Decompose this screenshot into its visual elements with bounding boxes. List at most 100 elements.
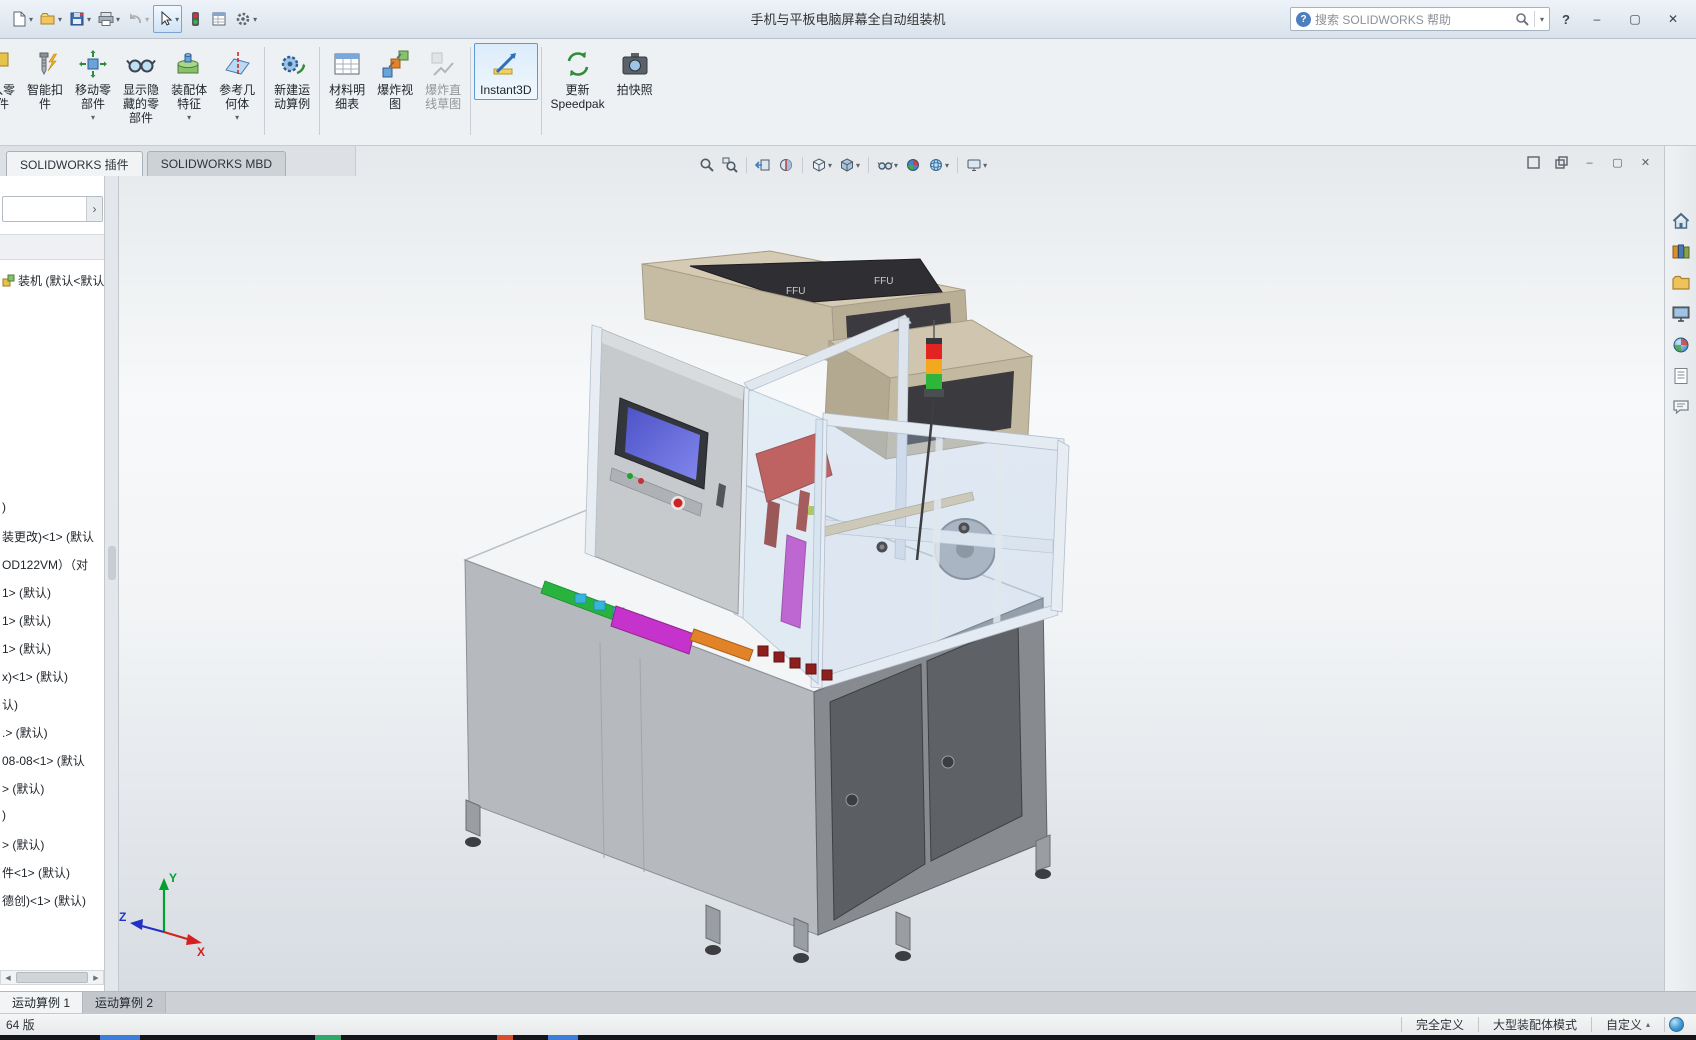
view-orientation-icon[interactable]: ▾ — [809, 154, 834, 176]
window-float-icon[interactable] — [1521, 153, 1546, 172]
splitter-grip[interactable] — [108, 546, 116, 580]
options-dropdown-icon[interactable]: ▾ — [253, 15, 257, 24]
scroll-left-icon[interactable]: ◀ — [1, 971, 15, 984]
help-button[interactable]: ? — [1558, 12, 1574, 27]
hide-show-dropdown-icon[interactable]: ▾ — [894, 161, 898, 170]
rebuild-icon[interactable] — [184, 5, 206, 33]
ribbon-button-exploded-view[interactable]: 爆炸视 图 — [371, 43, 419, 114]
assembly-features-dropdown-icon[interactable]: ▾ — [187, 113, 191, 122]
apply-scene-dropdown-icon[interactable]: ▾ — [945, 161, 949, 170]
section-view-icon[interactable] — [776, 154, 796, 176]
panel-splitter[interactable] — [105, 176, 119, 991]
previous-view-icon[interactable] — [753, 154, 773, 176]
view-palette-icon[interactable] — [1669, 303, 1693, 325]
ribbon-button-take-snapshot[interactable]: 拍快照 — [611, 43, 659, 100]
search-dropdown-icon[interactable]: ▾ — [1540, 15, 1544, 24]
tree-item[interactable]: > (默认) — [2, 780, 44, 797]
maximize-button[interactable]: ▢ — [1620, 7, 1650, 32]
ribbon-button-move-component[interactable]: 移动零 部件 ▾ — [69, 43, 117, 125]
graphics-viewport[interactable]: FFU FFU — [119, 146, 1664, 992]
tab-solidworks-addins[interactable]: SOLIDWORKS 插件 — [6, 151, 143, 176]
apply-scene-icon[interactable]: ▾ — [926, 154, 951, 176]
tree-item[interactable]: 08-08<1> (默认 — [2, 752, 85, 769]
display-style-dropdown-icon[interactable]: ▾ — [856, 161, 860, 170]
tree-horizontal-scrollbar[interactable]: ◀ ▶ — [0, 970, 104, 985]
ribbon-button-reference-geometry[interactable]: 参考几 何体 ▾ — [213, 43, 261, 125]
appearances-icon[interactable] — [1669, 334, 1693, 356]
document-close-icon[interactable]: ✕ — [1633, 153, 1658, 172]
window-tab-icon[interactable] — [1549, 153, 1574, 172]
search-icon[interactable] — [1515, 12, 1530, 27]
scrollbar-thumb[interactable] — [16, 972, 88, 983]
print-icon[interactable]: ▾ — [95, 5, 122, 33]
undo-dropdown-icon[interactable]: ▾ — [145, 15, 149, 24]
tree-item[interactable]: ) — [2, 808, 6, 822]
hide-show-items-icon[interactable]: ▾ — [875, 154, 900, 176]
taskbar-item[interactable] — [100, 1035, 140, 1040]
tree-item[interactable]: ) — [2, 500, 6, 514]
tab-motion-study-1[interactable]: 运动算例 1 — [0, 992, 83, 1013]
ribbon-button-instant3d[interactable]: Instant3D — [474, 43, 537, 100]
document-restore-icon[interactable]: ▢ — [1605, 153, 1630, 172]
design-library-icon[interactable] — [1669, 241, 1693, 263]
tree-root-item[interactable]: 装机 (默认<默认 — [2, 272, 104, 289]
ribbon-button-update-speedpak[interactable]: 更新 Speedpak — [545, 43, 611, 114]
ribbon-button-bill-of-materials[interactable]: 材料明 细表 — [323, 43, 371, 114]
edit-appearance-icon[interactable] — [903, 154, 923, 176]
select-arrow-icon[interactable]: ▾ — [153, 5, 182, 33]
scroll-right-icon[interactable]: ▶ — [89, 971, 103, 984]
tree-item[interactable]: .> (默认) — [2, 724, 48, 741]
view-orientation-dropdown-icon[interactable]: ▾ — [828, 161, 832, 170]
file-properties-icon[interactable] — [208, 5, 230, 33]
view-settings-dropdown-icon[interactable]: ▾ — [983, 161, 987, 170]
print-dropdown-icon[interactable]: ▾ — [116, 15, 120, 24]
save-dropdown-icon[interactable]: ▾ — [87, 15, 91, 24]
new-dropdown-icon[interactable]: ▾ — [29, 15, 33, 24]
flyout-expand-icon[interactable]: › — [86, 197, 102, 221]
reference-geometry-dropdown-icon[interactable]: ▾ — [235, 113, 239, 122]
display-style-icon[interactable]: ▾ — [837, 154, 862, 176]
tree-item[interactable]: 件<1> (默认) — [2, 864, 70, 881]
ribbon-button-insert-component[interactable]: 插入零 部件 — [0, 43, 21, 114]
taskbar-item[interactable] — [548, 1035, 578, 1040]
ribbon-button-explode-line-sketch[interactable]: 爆炸直 线草图 — [419, 43, 467, 114]
taskbar-item[interactable] — [315, 1035, 341, 1040]
comments-icon[interactable] — [1669, 396, 1693, 418]
options-gear-icon[interactable]: ▾ — [232, 5, 259, 33]
taskbar-item[interactable] — [497, 1035, 513, 1040]
status-custom-dropup-icon[interactable]: ▴ — [1646, 1020, 1650, 1029]
open-dropdown-icon[interactable]: ▾ — [58, 15, 62, 24]
new-document-icon[interactable]: ▾ — [8, 5, 35, 33]
ribbon-button-new-motion-study[interactable]: 新建运 动算例 — [268, 43, 316, 114]
status-large-assembly-mode[interactable]: 大型装配体模式 — [1479, 1016, 1591, 1033]
zoom-area-icon[interactable] — [720, 154, 740, 176]
minimize-button[interactable]: – — [1582, 7, 1612, 32]
tree-item[interactable]: 1> (默认) — [2, 612, 51, 629]
tree-item[interactable]: OD122VM）（对 — [2, 556, 88, 573]
ribbon-button-assembly-features[interactable]: 装配体 特征 ▾ — [165, 43, 213, 125]
undo-icon[interactable]: ▾ — [124, 5, 151, 33]
tree-item[interactable]: 认) — [2, 696, 18, 713]
close-button[interactable]: ✕ — [1658, 7, 1688, 32]
tree-item[interactable]: 德创)<1> (默认) — [2, 892, 86, 909]
ribbon-button-show-hidden-components[interactable]: 显示隐 藏的零 部件 — [117, 43, 165, 128]
home-icon[interactable] — [1669, 210, 1693, 232]
view-settings-icon[interactable]: ▾ — [964, 154, 989, 176]
tree-item[interactable]: 1> (默认) — [2, 640, 51, 657]
tree-item[interactable]: 1> (默认) — [2, 584, 51, 601]
tab-solidworks-mbd[interactable]: SOLIDWORKS MBD — [147, 151, 286, 176]
document-minimize-icon[interactable]: – — [1577, 153, 1602, 172]
ribbon-button-smart-fasteners[interactable]: 智能扣 件 — [21, 43, 69, 114]
tab-motion-study-2[interactable]: 运动算例 2 — [83, 992, 166, 1013]
tree-item[interactable]: 装更改)<1> (默认 — [2, 528, 94, 545]
tree-item[interactable]: x)<1> (默认) — [2, 668, 68, 685]
save-icon[interactable]: ▾ — [66, 5, 93, 33]
search-input[interactable]: ? 搜索 SOLIDWORKS 帮助 ▾ — [1290, 7, 1550, 31]
open-icon[interactable]: ▾ — [37, 5, 64, 33]
tree-item[interactable]: > (默认) — [2, 836, 44, 853]
status-custom[interactable]: 自定义▴ — [1592, 1016, 1664, 1033]
document-icon[interactable] — [1669, 365, 1693, 387]
zoom-fit-icon[interactable] — [697, 154, 717, 176]
move-component-dropdown-icon[interactable]: ▾ — [91, 113, 95, 122]
status-globe-icon[interactable] — [1669, 1017, 1684, 1032]
